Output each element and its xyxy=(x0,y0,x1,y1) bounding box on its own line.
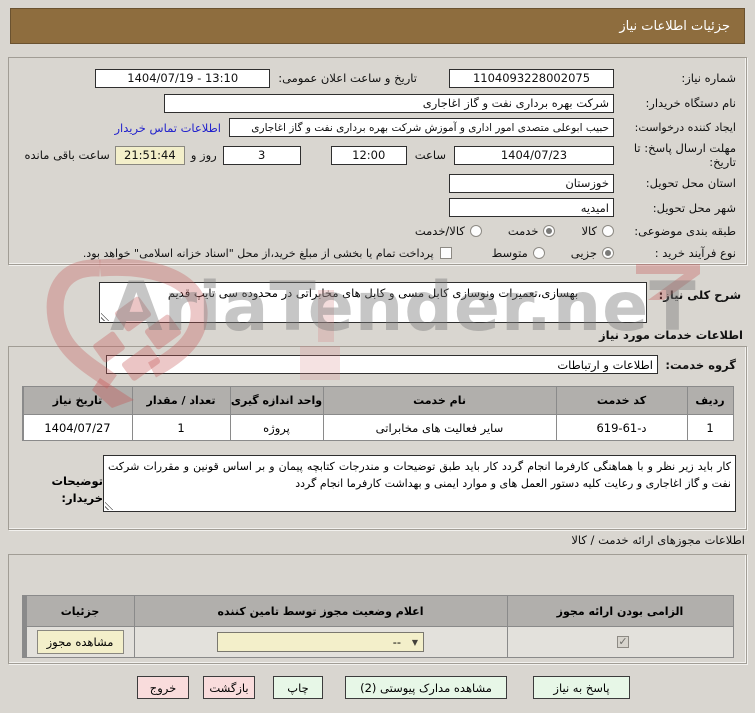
service-group-field[interactable]: اطلاعات و ارتباطات xyxy=(106,355,658,374)
service-group-label: گروه خدمت: xyxy=(665,357,736,372)
buyer-notes-row: کار باید زیر نظر و با هماهنگی کارفرما ان… xyxy=(19,455,736,512)
buyer-org-label: نام دستگاه خریدار: xyxy=(645,95,736,110)
city-field[interactable]: امیدیه xyxy=(449,198,614,218)
radio-medium[interactable] xyxy=(532,247,545,260)
license-status-dropdown[interactable]: ▼ -- xyxy=(217,632,424,652)
cell-service-code: 619-61-د xyxy=(556,415,687,440)
province-row: استان محل تحویل: خوزستان xyxy=(19,171,736,196)
services-table: ردیف کد خدمت نام خدمت واحد اندازه گیری ت… xyxy=(21,386,734,441)
radio-partial-label[interactable]: جزیی xyxy=(571,246,597,260)
process-type-label: نوع فرآیند خرید : xyxy=(654,245,736,260)
treasury-checkbox[interactable] xyxy=(439,247,452,260)
col-header-license-required: الزامی بودن ارائه مجوز xyxy=(507,596,733,626)
exit-button[interactable]: خروج xyxy=(137,676,189,699)
announce-datetime-field[interactable]: 1404/07/19 - 13:10 xyxy=(95,68,271,88)
radio-goods-service[interactable] xyxy=(469,225,482,238)
respond-to-need-button[interactable]: پاسخ به نیاز xyxy=(533,676,630,699)
services-groupbox: گروه خدمت: اطلاعات و ارتباطات ردیف کد خد… xyxy=(8,346,747,530)
countdown-timer: 21:51:44 xyxy=(114,145,185,165)
radio-goods-service-label[interactable]: کالا/خدمت xyxy=(415,224,465,238)
view-license-button[interactable]: مشاهده مجوز xyxy=(36,630,124,654)
col-header-need-date: تاریخ نیاز xyxy=(23,387,132,414)
need-number-label: شماره نیاز: xyxy=(681,71,736,86)
radio-service-label[interactable]: خدمت xyxy=(508,224,539,238)
buyer-notes-textarea[interactable]: کار باید زیر نظر و با هماهنگی کارفرما ان… xyxy=(103,455,736,512)
cell-service-name: سایر فعالیت های مخابراتی xyxy=(323,415,556,440)
cell-row-index: 1 xyxy=(687,415,733,440)
classification-label: طبقه بندی موضوعی: xyxy=(634,223,736,238)
cell-license-status: ▼ -- xyxy=(134,627,507,657)
remaining-hours-label: ساعت باقی مانده xyxy=(24,148,110,163)
col-header-details: جزئیات xyxy=(26,596,134,626)
creator-field[interactable]: حبیب ابوعلی متصدی امور اداری و آموزش شرک… xyxy=(229,118,614,138)
resize-handle-icon[interactable] xyxy=(101,312,110,321)
city-row: شهر محل تحویل: امیدیه xyxy=(19,195,736,220)
need-number-field[interactable]: 1104093228002075 xyxy=(449,68,614,88)
services-section-heading: اطلاعات خدمات مورد نیاز xyxy=(599,328,743,342)
need-description-label: شرح کلی نیاز: xyxy=(658,288,741,302)
service-group-row: گروه خدمت: اطلاعات و ارتباطات xyxy=(19,355,736,374)
footer-button-bar: پاسخ به نیاز مشاهده مدارک پیوستی (2) چاپ… xyxy=(137,676,630,699)
deadline-time-field[interactable]: 12:00 xyxy=(330,145,407,165)
buyer-org-row: نام دستگاه خریدار: شرکت بهره برداری نفت … xyxy=(19,91,736,116)
col-header-service-code: کد خدمت xyxy=(556,387,687,414)
classification-row: طبقه بندی موضوعی: کالا خدمت کالا/خدمت xyxy=(19,220,736,242)
radio-medium-label[interactable]: متوسط xyxy=(492,246,528,260)
col-header-license-status: اعلام وضعیت مجوز توسط تامین کننده xyxy=(134,596,507,626)
deadline-date-field[interactable]: 1404/07/23 xyxy=(454,145,614,165)
cell-details: مشاهده مجوز xyxy=(26,627,134,657)
page-title-bar: جزئیات اطلاعات نیاز xyxy=(10,8,745,44)
radio-partial[interactable] xyxy=(602,247,614,260)
need-description-textarea[interactable]: بهسازی،تعمیرات ونوسازی کابل مسی و کابل ه… xyxy=(99,282,647,323)
process-type-row: نوع فرآیند خرید : جزیی متوسط پرداخت تمام… xyxy=(19,242,736,264)
deadline-hour-label: ساعت xyxy=(414,148,446,163)
need-details-page: جزئیات اطلاعات نیاز شماره نیاز: 11040932… xyxy=(0,0,755,713)
cell-need-date: 1404/07/27 xyxy=(23,415,132,440)
chevron-down-icon: ▼ xyxy=(411,637,419,647)
col-header-service-name: نام خدمت xyxy=(323,387,556,414)
back-button[interactable]: بازگشت xyxy=(203,676,255,699)
days-remaining-field[interactable]: 3 xyxy=(222,145,301,165)
licenses-table: الزامی بودن ارائه مجوز اعلام وضعیت مجوز … xyxy=(21,595,734,658)
licenses-section-heading: اطلاعات مجوزهای ارائه خدمت / کالا xyxy=(571,533,745,547)
deadline-label: مهلت ارسال پاسخ: تا تاریخ: xyxy=(633,141,736,170)
treasury-note: پرداخت تمام یا بخشی از مبلغ خرید،از محل … xyxy=(82,246,434,260)
col-header-unit: واحد اندازه گیری xyxy=(230,387,323,414)
days-label: روز و xyxy=(190,148,217,163)
buyer-notes-label: توضیحات خریدار: xyxy=(51,474,104,506)
creator-row: ایجاد کننده درخواست: حبیب ابوعلی متصدی ا… xyxy=(19,116,736,141)
buyer-org-field[interactable]: شرکت بهره برداری نفت و گاز اغاجاری xyxy=(164,93,614,113)
radio-goods[interactable] xyxy=(602,225,614,238)
creator-label: ایجاد کننده درخواست: xyxy=(634,121,736,134)
license-required-checkbox: ✓ xyxy=(617,635,629,648)
view-attachments-button[interactable]: مشاهده مدارک پیوستی (2) xyxy=(345,676,507,699)
col-header-row-index: ردیف xyxy=(687,387,733,414)
deadline-row: مهلت ارسال پاسخ: تا تاریخ: 1404/07/23 سا… xyxy=(19,140,737,170)
licenses-groupbox: الزامی بودن ارائه مجوز اعلام وضعیت مجوز … xyxy=(8,554,747,664)
radio-goods-label[interactable]: کالا xyxy=(581,224,597,238)
radio-service[interactable] xyxy=(543,225,556,238)
col-header-qty: تعداد / مقدار xyxy=(132,387,230,414)
need-number-row: شماره نیاز: 1104093228002075 تاریخ و ساع… xyxy=(19,66,736,91)
print-button[interactable]: چاپ xyxy=(273,676,323,699)
province-label: استان محل تحویل: xyxy=(645,175,736,190)
cell-qty: 1 xyxy=(132,415,230,440)
province-field[interactable]: خوزستان xyxy=(449,173,614,193)
announce-datetime-label: تاریخ و ساعت اعلان عمومی: xyxy=(278,71,417,86)
need-info-groupbox: شماره نیاز: 1104093228002075 تاریخ و ساع… xyxy=(8,57,747,265)
city-label: شهر محل تحویل: xyxy=(652,200,736,215)
cell-license-required: ✓ xyxy=(507,627,733,657)
cell-unit: پروژه xyxy=(230,415,323,440)
buyer-contact-link[interactable]: اطلاعات تماس خریدار xyxy=(114,121,221,135)
resize-handle-icon[interactable] xyxy=(105,501,114,510)
page-title: جزئیات اطلاعات نیاز xyxy=(619,18,730,34)
